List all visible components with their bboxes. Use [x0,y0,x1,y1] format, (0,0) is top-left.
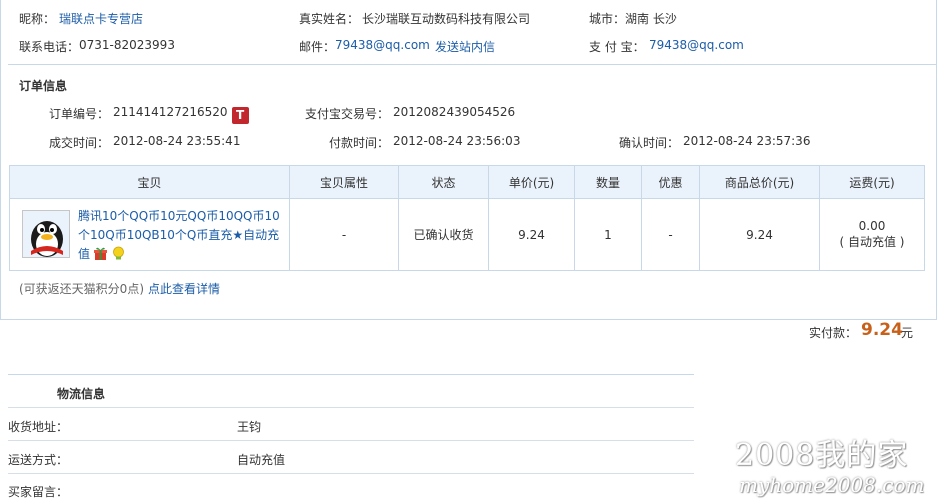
header-attr: 宝贝属性 [289,165,399,199]
confirm-time-value: 2012-08-24 23:57:36 [683,134,811,148]
deal-time-value: 2012-08-24 23:55:41 [113,134,241,148]
header-status: 状态 [398,165,489,199]
pay-time-value: 2012-08-24 23:56:03 [393,134,521,148]
list-item: 买家留言： [8,473,694,503]
goods-cell: 腾讯10个QQ币10元QQ币10QQ币10个10Q币10QB10个Q币直充★自动… [9,198,290,271]
phone-value: 0731-82023993 [79,38,175,52]
header-total: 商品总价(元) [699,165,820,199]
realname-value: 长沙瑞联互动数码科技有限公司 [362,12,531,26]
order-no-label: 订单编号： [49,107,110,121]
points-detail-link[interactable]: 点此查看详情 [148,280,220,297]
list-item: 收货地址： 王钧 [8,407,694,440]
list-item: 运送方式： 自动充值 [8,440,694,473]
watermark-line2: myhome2008.com [739,473,925,497]
send-message-link[interactable]: 发送站内信 [435,38,495,55]
alipay-label: 支 付 宝： [589,40,645,54]
address-label: 收货地址： [8,420,69,434]
confirm-time-label: 确认时间： [619,136,680,150]
email-link[interactable]: 79438@qq.com [335,38,430,52]
address-value: 王钧 [237,420,262,434]
email-label: 邮件： [299,40,336,54]
logistics-section: 物流信息 收货地址： 王钧 运送方式： 自动充值 买家留言： [8,374,694,503]
realname-label: 真实姓名： [299,12,360,26]
watermark-line1: 2008我的家 [735,438,909,473]
bulb-icon [111,246,126,261]
nickname-label: 昵称： [19,12,56,26]
pay-time-label: 付款时间： [329,136,390,150]
alipay-link[interactable]: 79438@qq.com [649,38,744,52]
logistics-header-row: 物流信息 [8,374,694,407]
shipping-note: ( 自动充值 ) [839,235,905,249]
header-goods: 宝贝 [9,165,290,199]
phone-label: 联系电话： [19,40,80,54]
city-label: 城市： [589,12,626,26]
paid-label: 实付款： [809,326,858,340]
deal-time-label: 成交时间： [49,136,110,150]
shipping-cell: 0.00 ( 自动充值 ) [819,198,925,271]
table-header-row: 宝贝 宝贝属性 状态 单价(元) 数量 优惠 商品总价(元) 运费(元) [9,165,925,199]
attr-cell: - [289,198,399,271]
price-cell: 9.24 [488,198,575,271]
goods-table: 宝贝 宝贝属性 状态 单价(元) 数量 优惠 商品总价(元) 运费(元) 腾讯1… [9,165,925,271]
header-qty: 数量 [574,165,642,199]
paid-unit: 元 [901,326,914,340]
header-shipping: 运费(元) [819,165,925,199]
shipping-fee: 0.00 [858,219,886,233]
divider [8,64,937,65]
alipay-no-value: 2012082439054526 [393,105,516,119]
order-no-text: 211414127216520 [113,105,228,119]
alipay-no-label: 支付宝交易号： [305,107,390,121]
site-watermark: 2008我的家 myhome2008.com [735,438,924,496]
points-note: (可获返还天猫积分0点) [19,282,144,296]
goods-title-link[interactable]: 腾讯10个QQ币10元QQ币10QQ币10个10Q币10QB10个Q币直充★自动… [78,207,280,264]
paid-amount: 9.24 [861,320,903,340]
delivery-method-value: 自动充值 [237,453,286,467]
header-discount: 优惠 [641,165,700,199]
logistics-section-title: 物流信息 [57,387,106,401]
tmall-badge-icon: T [231,107,249,124]
table-row: 腾讯10个QQ币10元QQ币10QQ币10个10Q币10QB10个Q币直充★自动… [9,198,925,271]
qq-penguin-thumbnail[interactable] [22,210,70,258]
total-cell: 9.24 [699,198,820,271]
order-no-value: 211414127216520 T [113,105,249,124]
status-cell: 已确认收货 [398,198,489,271]
shop-name-link[interactable]: 瑞联点卡专营店 [59,10,143,27]
gift-icon [93,246,108,261]
delivery-method-label: 运送方式： [8,453,69,467]
order-section-title: 订单信息 [19,79,68,93]
goods-title-text: 腾讯10个QQ币10元QQ币10QQ币10个10Q币10QB10个Q币直充★自动… [78,209,280,261]
discount-cell: - [641,198,700,271]
city-value: 湖南 长沙 [625,12,677,26]
qty-cell: 1 [574,198,642,271]
header-price: 单价(元) [488,165,575,199]
buyer-message-label: 买家留言： [8,485,69,499]
